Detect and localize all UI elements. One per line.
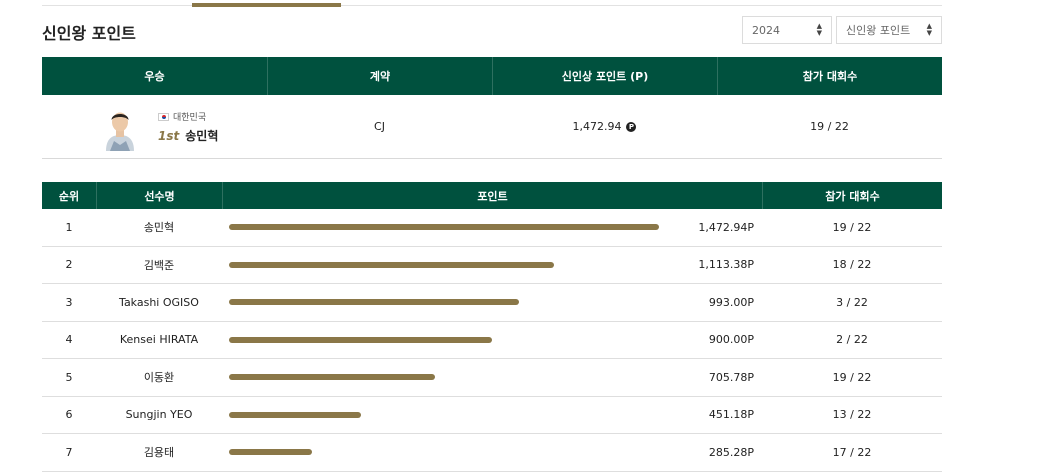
row-rank: 2 [65, 258, 73, 272]
header-points: 포인트 [222, 182, 762, 209]
points-bar-track [229, 411, 669, 418]
winner-name-line: 1st 송민혁 [158, 127, 218, 144]
points-bar-track [229, 336, 669, 343]
row-rank: 6 [65, 408, 73, 422]
table-row: 1 송민혁 1,472.94P 19 / 22 [42, 209, 942, 247]
row-rank: 1 [65, 220, 73, 234]
row-points-cell: 900.00P [222, 322, 762, 359]
points-bar [229, 374, 435, 380]
row-events: 3 / 22 [836, 295, 868, 309]
korea-flag-icon [158, 112, 169, 121]
winner-cell: 대한민국 1st 송민혁 [42, 95, 267, 158]
points-coin-icon: P [626, 121, 637, 132]
table-row: 4 Kensei HIRATA 900.00P 2 / 22 [42, 322, 942, 359]
table-row: 7 김용태 285.28P 17 / 22 [42, 434, 942, 472]
row-points: 451.18P [708, 408, 754, 422]
points-bar [229, 224, 659, 230]
points-bar [229, 261, 554, 268]
row-events: 13 / 22 [832, 408, 872, 422]
row-events: 2 / 22 [836, 333, 868, 347]
row-points-cell: 993.00P [222, 284, 762, 321]
row-events: 19 / 22 [832, 370, 872, 384]
year-select[interactable]: 2024 ▲ ▼ [742, 16, 832, 44]
updown-chevron-icon: ▲ ▼ [816, 22, 822, 37]
category-select-value: 신인왕 포인트 [846, 24, 911, 37]
row-rank: 3 [65, 295, 73, 309]
points-bar [229, 336, 492, 343]
row-rank: 5 [65, 370, 73, 384]
player-avatar[interactable] [100, 107, 140, 151]
header-events: 참가 대회수 [762, 182, 942, 209]
row-rank: 4 [65, 333, 73, 347]
table-row: 6 Sungjin YEO 451.18P 13 / 22 [42, 397, 942, 434]
winner-rank: 1st [158, 129, 180, 143]
points-bar [229, 299, 519, 305]
winner-points-cell: 1,472.94 P [492, 95, 717, 158]
page-title: 신인왕 포인트 [42, 24, 136, 43]
header-points: 신인상 포인트 (P) [492, 57, 717, 95]
ranking-list: 1 송민혁 1,472.94P 19 / 22 2 김백준 1,113.38P … [42, 209, 942, 472]
points-bar-track [229, 261, 669, 268]
winner-events: 19 / 22 [810, 120, 849, 133]
winner-table-header: 우승 계약 신인상 포인트 (P) 참가 대회수 [42, 57, 942, 95]
active-tab-indicator [192, 3, 341, 7]
winner-name[interactable]: 송민혁 [185, 129, 218, 143]
row-points-cell: 1,113.38P [222, 247, 762, 284]
row-events: 19 / 22 [832, 220, 872, 234]
nationality-label: 대한민국 [173, 113, 207, 123]
points-bar [229, 449, 312, 455]
winner-row: 대한민국 1st 송민혁 CJ 1,472.94 P 19 / 22 [42, 95, 942, 159]
winner-contract: CJ [374, 120, 385, 133]
category-select[interactable]: 신인왕 포인트 ▲ ▼ [836, 16, 942, 44]
winner-points: 1,472.94 [572, 120, 622, 133]
row-points: 1,113.38P [698, 258, 754, 272]
row-points: 1,472.94P [698, 220, 754, 234]
row-points: 285.28P [708, 445, 754, 459]
row-events: 17 / 22 [832, 445, 872, 459]
header-contract: 계약 [267, 57, 492, 95]
points-bar-track [229, 374, 669, 380]
winner-info: 대한민국 1st 송민혁 [158, 110, 218, 144]
top-divider [42, 5, 942, 6]
header-name: 선수명 [96, 182, 222, 209]
row-player-name[interactable]: Takashi OGISO [96, 284, 222, 321]
row-player-name[interactable]: Sungjin YEO [96, 397, 222, 434]
row-player-name[interactable]: Kensei HIRATA [96, 322, 222, 359]
row-player-name[interactable]: 송민혁 [96, 209, 222, 246]
table-row: 3 Takashi OGISO 993.00P 3 / 22 [42, 284, 942, 322]
header-rank: 순위 [58, 189, 80, 203]
row-points-cell: 285.28P [222, 434, 762, 471]
points-bar [229, 411, 361, 418]
ranking-table-header: 순위 선수명 포인트 참가 대회수 [42, 182, 942, 209]
updown-chevron-icon: ▲ ▼ [926, 22, 932, 37]
row-points: 705.78P [708, 370, 754, 384]
year-select-value: 2024 [752, 23, 780, 37]
row-points-cell: 705.78P [222, 359, 762, 396]
row-player-name[interactable]: 김백준 [96, 247, 222, 284]
row-points-cell: 451.18P [222, 397, 762, 434]
row-rank: 7 [65, 445, 73, 459]
points-bar-track [229, 449, 669, 455]
header-events: 참가 대회수 [717, 57, 942, 95]
points-bar-track [229, 299, 669, 305]
table-row: 2 김백준 1,113.38P 18 / 22 [42, 247, 942, 284]
nationality: 대한민국 [158, 110, 218, 123]
row-points-cell: 1,472.94P [222, 209, 762, 246]
row-player-name[interactable]: 김용태 [96, 434, 222, 471]
row-points: 900.00P [708, 333, 754, 347]
row-points: 993.00P [708, 295, 754, 309]
header-winner: 우승 [144, 70, 165, 83]
points-bar-track [229, 224, 669, 230]
row-player-name[interactable]: 이동환 [96, 359, 222, 396]
row-events: 18 / 22 [832, 258, 872, 272]
table-row: 5 이동환 705.78P 19 / 22 [42, 359, 942, 397]
